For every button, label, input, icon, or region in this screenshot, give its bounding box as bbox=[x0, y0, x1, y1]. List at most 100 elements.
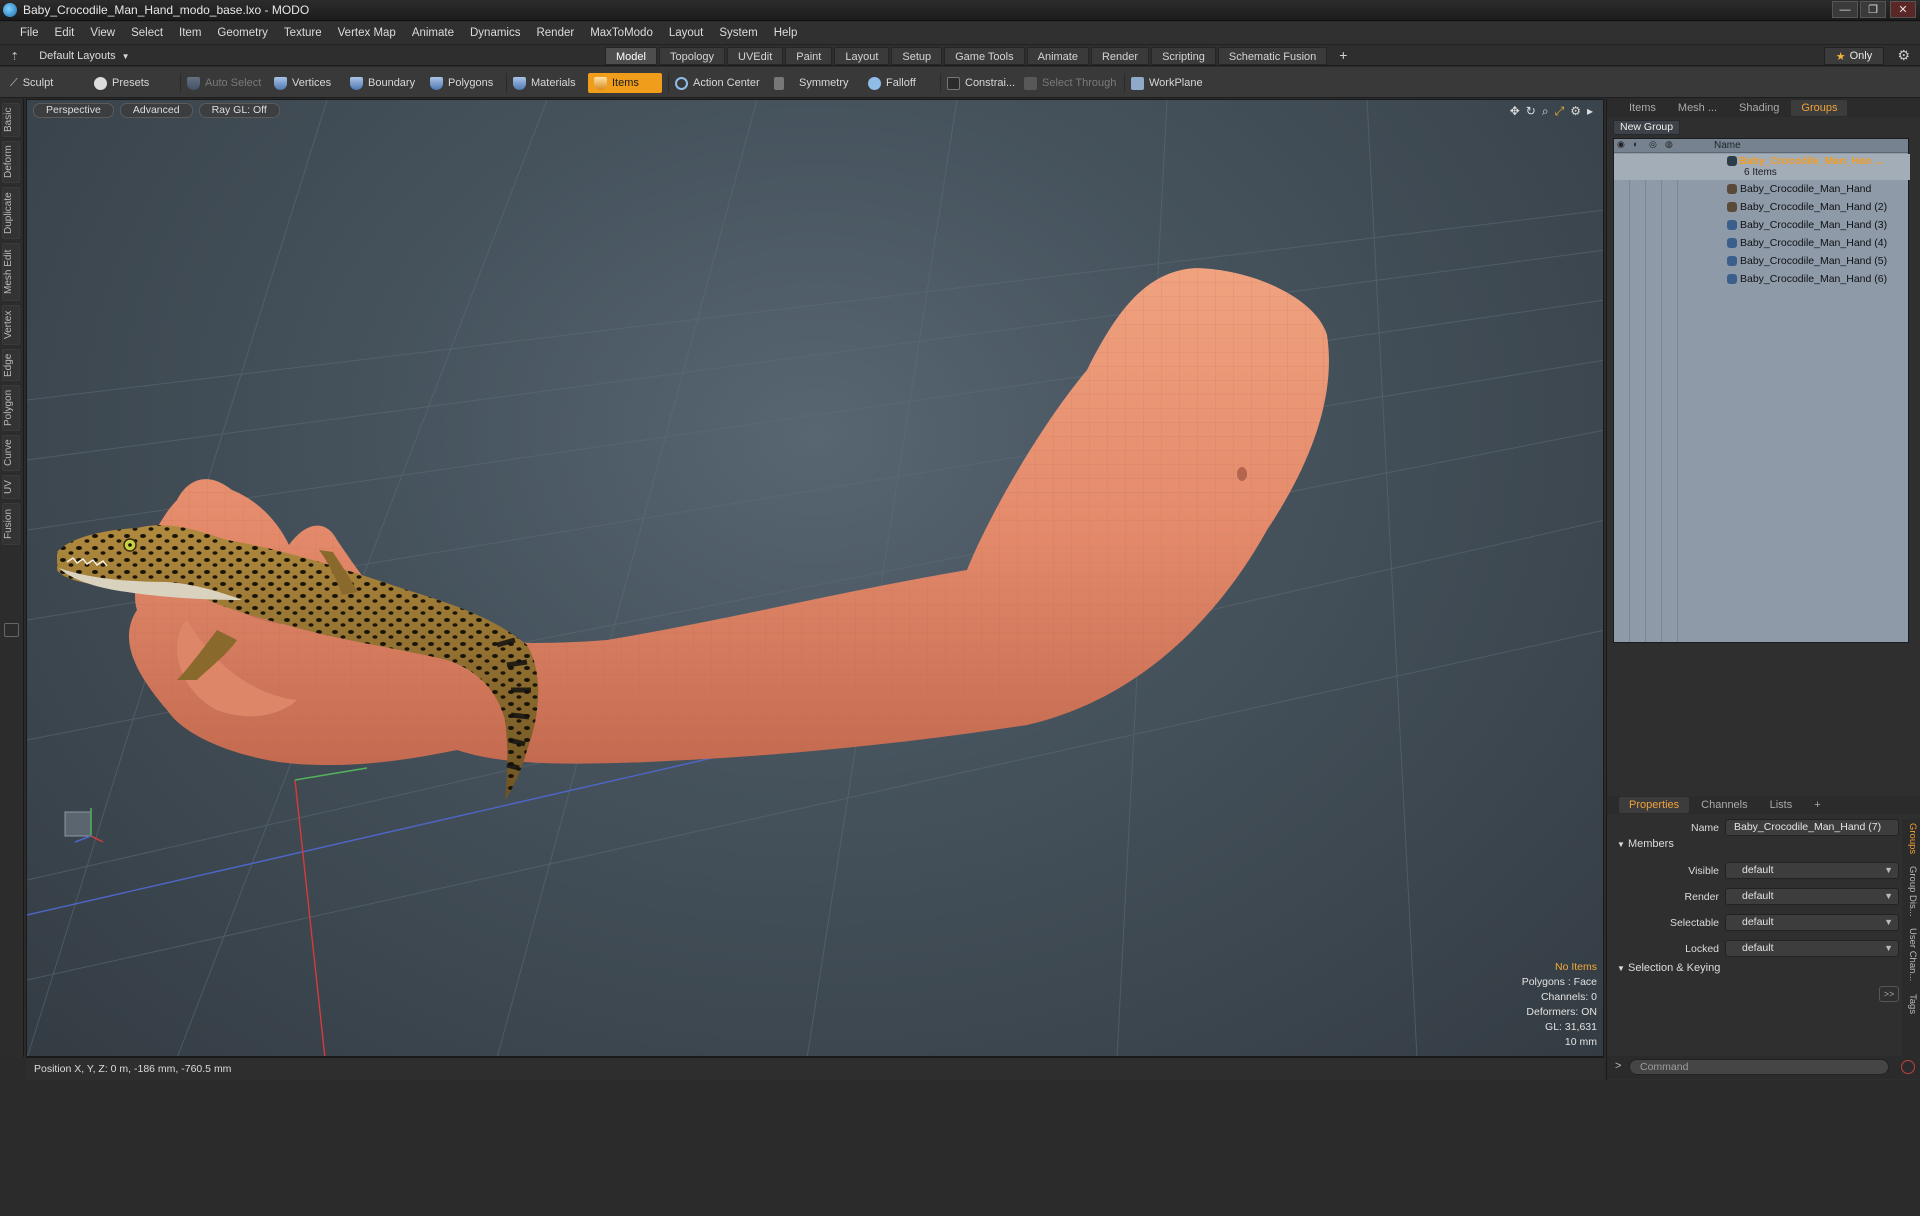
vtab-vertex[interactable]: Vertex bbox=[2, 305, 20, 345]
select-icon[interactable]: ◎ bbox=[1649, 139, 1657, 150]
members-section-header[interactable]: ▼ Members bbox=[1617, 838, 1674, 850]
vtab-mesh-edit[interactable]: Mesh Edit bbox=[2, 243, 20, 301]
menu-vertex-map[interactable]: Vertex Map bbox=[330, 27, 404, 39]
visible-select[interactable]: default ▼ bbox=[1725, 862, 1899, 879]
presets-button[interactable]: Presets bbox=[88, 73, 155, 93]
tab-properties[interactable]: Properties bbox=[1619, 797, 1690, 813]
side-tab-groups[interactable]: Groups bbox=[1904, 821, 1918, 857]
select-through-button[interactable]: Select Through bbox=[1018, 73, 1122, 93]
menu-maxtomodo[interactable]: MaxToModo bbox=[582, 27, 661, 39]
group-child-row[interactable]: Baby_Crocodile_Man_Hand (2) bbox=[1614, 200, 1910, 215]
vtab-edge[interactable]: Edge bbox=[2, 349, 20, 381]
group-row-parent[interactable]: Baby_Crocodile_Man_Han ... 6 Items bbox=[1614, 154, 1910, 180]
render-select[interactable]: default ▼ bbox=[1725, 888, 1899, 905]
tab-model[interactable]: Model bbox=[605, 47, 657, 65]
tab-layout[interactable]: Layout bbox=[834, 47, 890, 65]
constraints-button[interactable]: Constrai... bbox=[940, 73, 1021, 93]
viewport-gear-icon[interactable]: ⚙ bbox=[1570, 104, 1581, 119]
workplane-button[interactable]: WorkPlane bbox=[1124, 73, 1209, 93]
group-name-field[interactable]: Baby_Crocodile_Man_Hand (7) bbox=[1725, 819, 1899, 836]
add-properties-tab-button[interactable]: + bbox=[1804, 797, 1830, 813]
falloff-button[interactable]: Falloff bbox=[862, 73, 922, 93]
vtab-deform[interactable]: Deform bbox=[2, 141, 20, 183]
tab-groups[interactable]: Groups bbox=[1791, 100, 1848, 116]
symmetry-button[interactable]: Symmetry bbox=[768, 73, 855, 93]
tab-mesh[interactable]: Mesh ... bbox=[1668, 100, 1727, 116]
pan-icon[interactable]: ✥ bbox=[1510, 104, 1520, 119]
menu-layout[interactable]: Layout bbox=[661, 27, 712, 39]
fit-icon[interactable]: ⤢ bbox=[1555, 104, 1565, 119]
materials-button[interactable]: Materials bbox=[506, 73, 582, 93]
only-toggle[interactable]: ★ Only bbox=[1824, 47, 1884, 65]
menu-texture[interactable]: Texture bbox=[276, 27, 330, 39]
minimize-button[interactable]: — bbox=[1832, 1, 1858, 18]
close-button[interactable]: ✕ bbox=[1890, 1, 1916, 18]
group-child-row[interactable]: Baby_Crocodile_Man_Hand bbox=[1614, 182, 1910, 197]
group-child-row[interactable]: Baby_Crocodile_Man_Hand (5) bbox=[1614, 254, 1910, 269]
menu-help[interactable]: Help bbox=[766, 27, 806, 39]
expand-more-button[interactable]: >> bbox=[1879, 986, 1899, 1002]
group-child-row[interactable]: Baby_Crocodile_Man_Hand (6) bbox=[1614, 272, 1910, 287]
gear-icon[interactable]: ⚙ bbox=[1897, 47, 1910, 64]
menu-file[interactable]: File bbox=[12, 27, 47, 39]
vtab-polygon[interactable]: Polygon bbox=[2, 385, 20, 431]
3d-viewport[interactable]: Perspective Advanced Ray GL: Off ✥ ↻ ⌕ ⤢… bbox=[26, 99, 1604, 1057]
menu-render[interactable]: Render bbox=[528, 27, 582, 39]
tab-animate[interactable]: Animate bbox=[1026, 47, 1089, 65]
tab-uvedit[interactable]: UVEdit bbox=[727, 47, 784, 65]
vtab-uv[interactable]: UV bbox=[2, 475, 20, 499]
locked-select[interactable]: default ▼ bbox=[1725, 940, 1899, 957]
selection-keying-header[interactable]: ▼ Selection & Keying bbox=[1617, 962, 1720, 974]
rotate-icon[interactable]: ↻ bbox=[1526, 104, 1536, 119]
menu-geometry[interactable]: Geometry bbox=[209, 27, 276, 39]
auto-select-button[interactable]: Auto Select bbox=[180, 73, 267, 93]
side-tab-user-channels[interactable]: User Chan... bbox=[1904, 925, 1918, 985]
vtab-curve[interactable]: Curve bbox=[2, 435, 20, 471]
menu-view[interactable]: View bbox=[82, 27, 123, 39]
vtab-fusion[interactable]: Fusion bbox=[2, 503, 20, 545]
menu-dynamics[interactable]: Dynamics bbox=[462, 27, 528, 39]
menu-system[interactable]: System bbox=[711, 27, 765, 39]
tab-shading[interactable]: Shading bbox=[1729, 100, 1789, 116]
tab-paint[interactable]: Paint bbox=[785, 47, 833, 65]
record-icon[interactable] bbox=[1901, 1060, 1915, 1074]
orientation-gizmo[interactable] bbox=[64, 808, 104, 843]
command-input[interactable]: Command bbox=[1629, 1059, 1889, 1075]
boundary-button[interactable]: Boundary bbox=[344, 73, 421, 93]
viewport-menu-arrow-icon[interactable]: ▸ bbox=[1587, 104, 1593, 119]
group-child-row[interactable]: Baby_Crocodile_Man_Hand (4) bbox=[1614, 236, 1910, 251]
maximize-button[interactable]: ❐ bbox=[1860, 1, 1886, 18]
polygons-button[interactable]: Polygons bbox=[424, 73, 499, 93]
toggle-panel-icon[interactable] bbox=[4, 623, 19, 637]
perspective-view-button[interactable]: Perspective bbox=[33, 103, 114, 118]
selectable-select[interactable]: default ▼ bbox=[1725, 914, 1899, 931]
menu-select[interactable]: Select bbox=[123, 27, 171, 39]
tab-items[interactable]: Items bbox=[1619, 100, 1666, 116]
tab-schematic-fusion[interactable]: Schematic Fusion bbox=[1217, 47, 1328, 65]
vtab-duplicate[interactable]: Duplicate bbox=[2, 187, 20, 239]
vtab-basic[interactable]: Basic bbox=[2, 103, 20, 137]
add-tab-button[interactable]: + bbox=[1329, 47, 1357, 65]
zoom-icon[interactable]: ⌕ bbox=[1542, 104, 1549, 119]
tab-render[interactable]: Render bbox=[1090, 47, 1150, 65]
vertices-button[interactable]: Vertices bbox=[268, 73, 337, 93]
eye-icon[interactable]: ◉ bbox=[1617, 139, 1625, 150]
menu-animate[interactable]: Animate bbox=[404, 27, 462, 39]
tab-topology[interactable]: Topology bbox=[658, 47, 726, 65]
tab-scripting[interactable]: Scripting bbox=[1151, 47, 1216, 65]
group-child-row[interactable]: Baby_Crocodile_Man_Hand (3) bbox=[1614, 218, 1910, 233]
tab-game-tools[interactable]: Game Tools bbox=[944, 47, 1025, 65]
lock-icon[interactable]: ◍ bbox=[1665, 139, 1673, 150]
tab-lists[interactable]: Lists bbox=[1760, 797, 1803, 813]
render-icon[interactable]: ◐ bbox=[1633, 139, 1638, 149]
tab-setup[interactable]: Setup bbox=[891, 47, 943, 65]
action-center-button[interactable]: Action Center bbox=[668, 73, 766, 93]
items-button[interactable]: Items bbox=[588, 73, 662, 93]
sculpt-button[interactable]: ⟋ Sculpt bbox=[4, 73, 59, 93]
new-group-button[interactable]: New Group bbox=[1613, 120, 1681, 135]
layouts-dropdown[interactable]: ⇡ Default Layouts ▼ bbox=[10, 48, 130, 64]
menu-item[interactable]: Item bbox=[171, 27, 209, 39]
tab-channels[interactable]: Channels bbox=[1691, 797, 1757, 813]
raygl-toggle[interactable]: Ray GL: Off bbox=[198, 103, 280, 118]
shading-mode-button[interactable]: Advanced bbox=[119, 103, 193, 118]
